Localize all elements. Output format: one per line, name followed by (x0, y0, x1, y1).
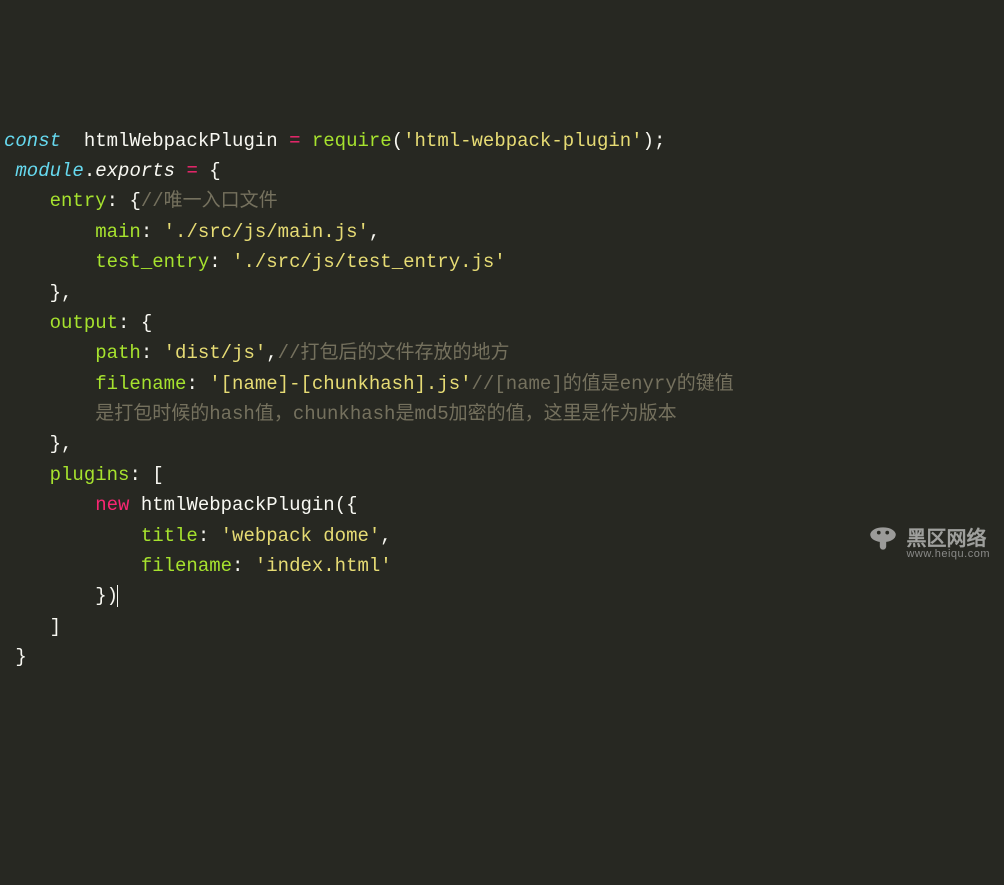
keyword-new: new (95, 494, 129, 516)
comment: //唯一入口文件 (141, 190, 278, 212)
watermark-text-cn: 黑区网络 (906, 529, 990, 549)
paren-close: ) (643, 130, 654, 152)
dot: . (84, 160, 95, 182)
prop-title: title (141, 525, 198, 547)
paren-open: ( (392, 130, 403, 152)
string-literal: 'html-webpack-plugin' (403, 130, 642, 152)
indent (4, 342, 95, 364)
operator-eq: = (289, 130, 312, 152)
colon: : (232, 555, 255, 577)
obj-module: module (4, 160, 84, 182)
colon: : (118, 312, 141, 334)
brace-close: } (50, 282, 61, 304)
brace-open: { (141, 312, 152, 334)
comment: //[name]的值是enyry的键值 (472, 373, 734, 395)
indent (4, 403, 95, 425)
prop-path: path (95, 342, 141, 364)
prop-entry: entry (50, 190, 107, 212)
indent (4, 525, 141, 547)
indent (4, 190, 50, 212)
comma: , (61, 433, 72, 455)
identifier: htmlWebpackPlugin (141, 494, 335, 516)
paren-open: ( (335, 494, 346, 516)
prop-main: main (95, 221, 141, 243)
comma: , (61, 282, 72, 304)
brace-open: { (346, 494, 357, 516)
prop-test-entry: test_entry (95, 251, 209, 273)
string-literal: '[name]-[chunkhash].js' (209, 373, 471, 395)
comma: , (380, 525, 391, 547)
string-literal: 'dist/js' (164, 342, 267, 364)
colon: : (129, 464, 152, 486)
comma: , (369, 221, 380, 243)
semicolon: ; (654, 130, 665, 152)
member-exports: exports (95, 160, 175, 182)
indent (4, 312, 50, 334)
brace-close: } (50, 433, 61, 455)
space (129, 494, 140, 516)
comment: 是打包时候的hash值，chunkhash是md5加密的值，这里是作为版本 (95, 403, 676, 425)
indent (4, 585, 95, 607)
indent (4, 221, 95, 243)
brace-close: } (95, 585, 106, 607)
prop-filename: filename (95, 373, 186, 395)
colon: : (186, 373, 209, 395)
prop-filename: filename (141, 555, 232, 577)
fn-require: require (312, 130, 392, 152)
prop-output: output (50, 312, 118, 334)
mushroom-icon (821, 492, 901, 597)
string-literal: './src/js/test_entry.js' (232, 251, 506, 273)
indent (4, 373, 95, 395)
keyword-const: const (4, 130, 61, 152)
brace-open: { (209, 160, 220, 182)
indent (4, 251, 95, 273)
indent (4, 464, 50, 486)
identifier: htmlWebpackPlugin (61, 130, 289, 152)
prop-plugins: plugins (50, 464, 130, 486)
colon: : (209, 251, 232, 273)
colon: : (107, 190, 130, 212)
string-literal: 'index.html' (255, 555, 392, 577)
indent (4, 494, 95, 516)
colon: : (141, 342, 164, 364)
text-cursor (117, 585, 118, 607)
bracket-close: ] (50, 616, 61, 638)
colon: : (141, 221, 164, 243)
indent (4, 433, 50, 455)
string-literal: 'webpack dome' (221, 525, 381, 547)
watermark: 黑区网络 www.heiqu.com (821, 492, 990, 597)
string-literal: './src/js/main.js' (164, 221, 369, 243)
watermark-text-url: www.heiqu.com (906, 549, 990, 560)
indent (4, 282, 50, 304)
indent (4, 555, 141, 577)
bracket-open: [ (152, 464, 163, 486)
brace-open: { (129, 190, 140, 212)
indent (4, 616, 50, 638)
operator-eq: = (175, 160, 209, 182)
brace-close: } (4, 646, 27, 668)
comment: //打包后的文件存放的地方 (278, 342, 510, 364)
colon: : (198, 525, 221, 547)
comma: , (266, 342, 277, 364)
